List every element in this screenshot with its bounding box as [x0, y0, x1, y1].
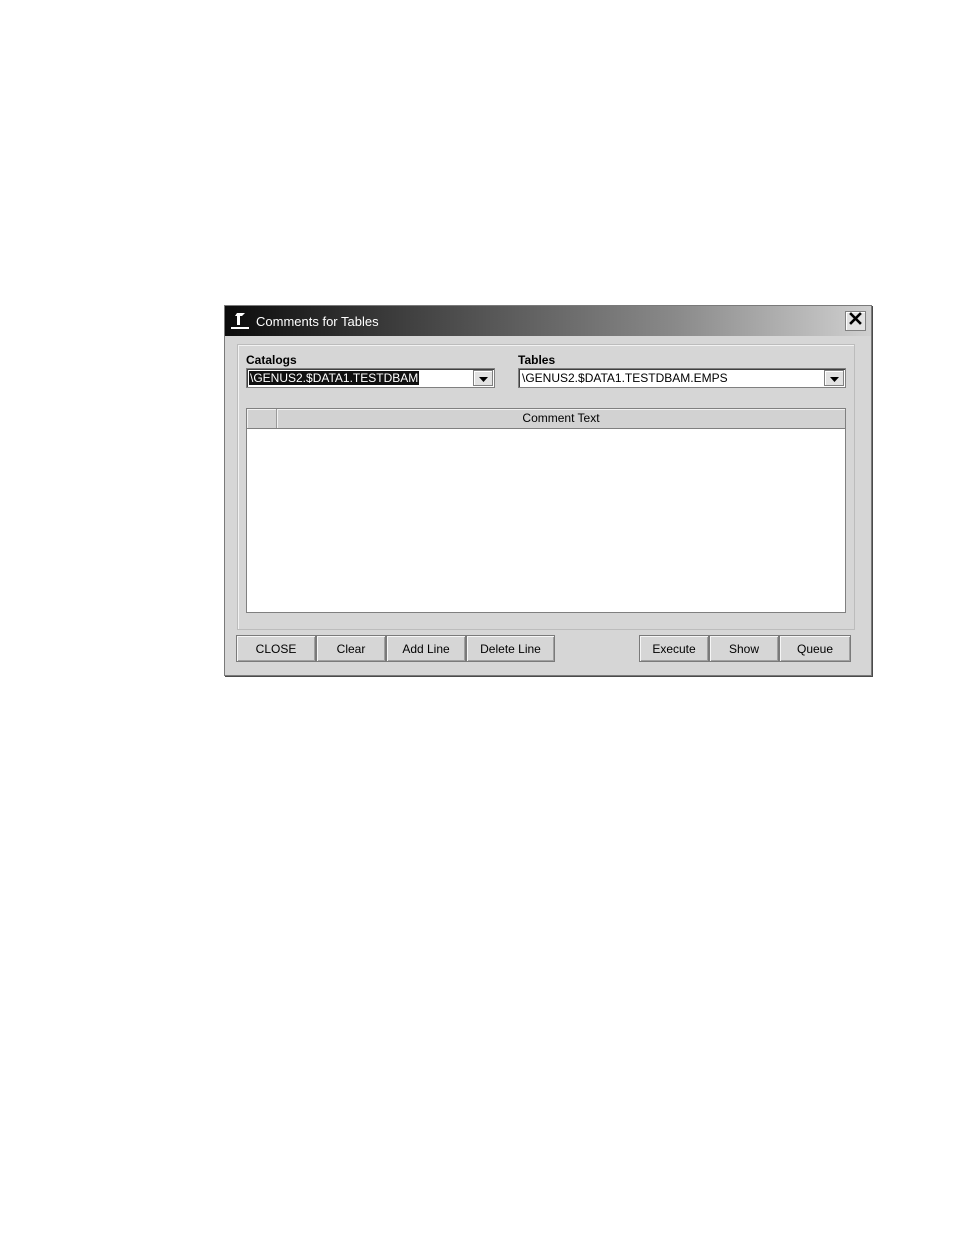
close-button[interactable]: CLOSE — [236, 635, 316, 662]
catalogs-combobox[interactable]: \GENUS2.$DATA1.TESTDBAM — [246, 368, 495, 388]
comment-grid[interactable]: Comment Text — [246, 408, 846, 613]
execute-button[interactable]: Execute — [639, 635, 709, 662]
chevron-down-icon — [829, 369, 839, 387]
app-logo-icon — [229, 310, 251, 332]
comment-text-column-header[interactable]: Comment Text — [277, 409, 845, 428]
catalogs-label: Catalogs — [246, 353, 297, 367]
queue-button-label: Queue — [796, 641, 834, 656]
add-line-button-label: Add Line — [402, 641, 450, 656]
grid-corner-cell[interactable] — [247, 409, 277, 428]
tables-combobox[interactable]: \GENUS2.$DATA1.TESTDBAM.EMPS — [518, 368, 846, 388]
comments-for-tables-dialog: Comments for Tables Catalogs \GENUS2.$DA… — [224, 305, 872, 676]
catalogs-dropdown-button[interactable] — [473, 370, 493, 386]
close-button-label: CLOSE — [255, 641, 297, 656]
chevron-down-icon — [478, 369, 488, 387]
execute-button-label: Execute — [652, 641, 696, 656]
content-panel: Catalogs \GENUS2.$DATA1.TESTDBAM Tables … — [237, 344, 855, 630]
grid-body[interactable] — [247, 429, 845, 612]
clear-button[interactable]: Clear — [316, 635, 386, 662]
clear-button-label: Clear — [336, 641, 366, 656]
queue-button[interactable]: Queue — [779, 635, 851, 662]
grid-header: Comment Text — [247, 409, 845, 429]
page: Comments for Tables Catalogs \GENUS2.$DA… — [0, 0, 954, 1235]
title-bar[interactable]: Comments for Tables — [225, 306, 871, 336]
close-icon — [849, 312, 862, 330]
tables-selected-value: \GENUS2.$DATA1.TESTDBAM.EMPS — [522, 371, 728, 385]
delete-line-button[interactable]: Delete Line — [466, 635, 555, 662]
window-title: Comments for Tables — [256, 314, 379, 329]
delete-line-button-label: Delete Line — [480, 641, 541, 656]
tables-dropdown-button[interactable] — [824, 370, 844, 386]
close-window-button[interactable] — [845, 311, 866, 331]
show-button-label: Show — [728, 641, 760, 656]
show-button[interactable]: Show — [709, 635, 779, 662]
tables-label: Tables — [518, 353, 556, 367]
catalogs-selected-value: \GENUS2.$DATA1.TESTDBAM — [249, 371, 420, 385]
add-line-button[interactable]: Add Line — [386, 635, 466, 662]
